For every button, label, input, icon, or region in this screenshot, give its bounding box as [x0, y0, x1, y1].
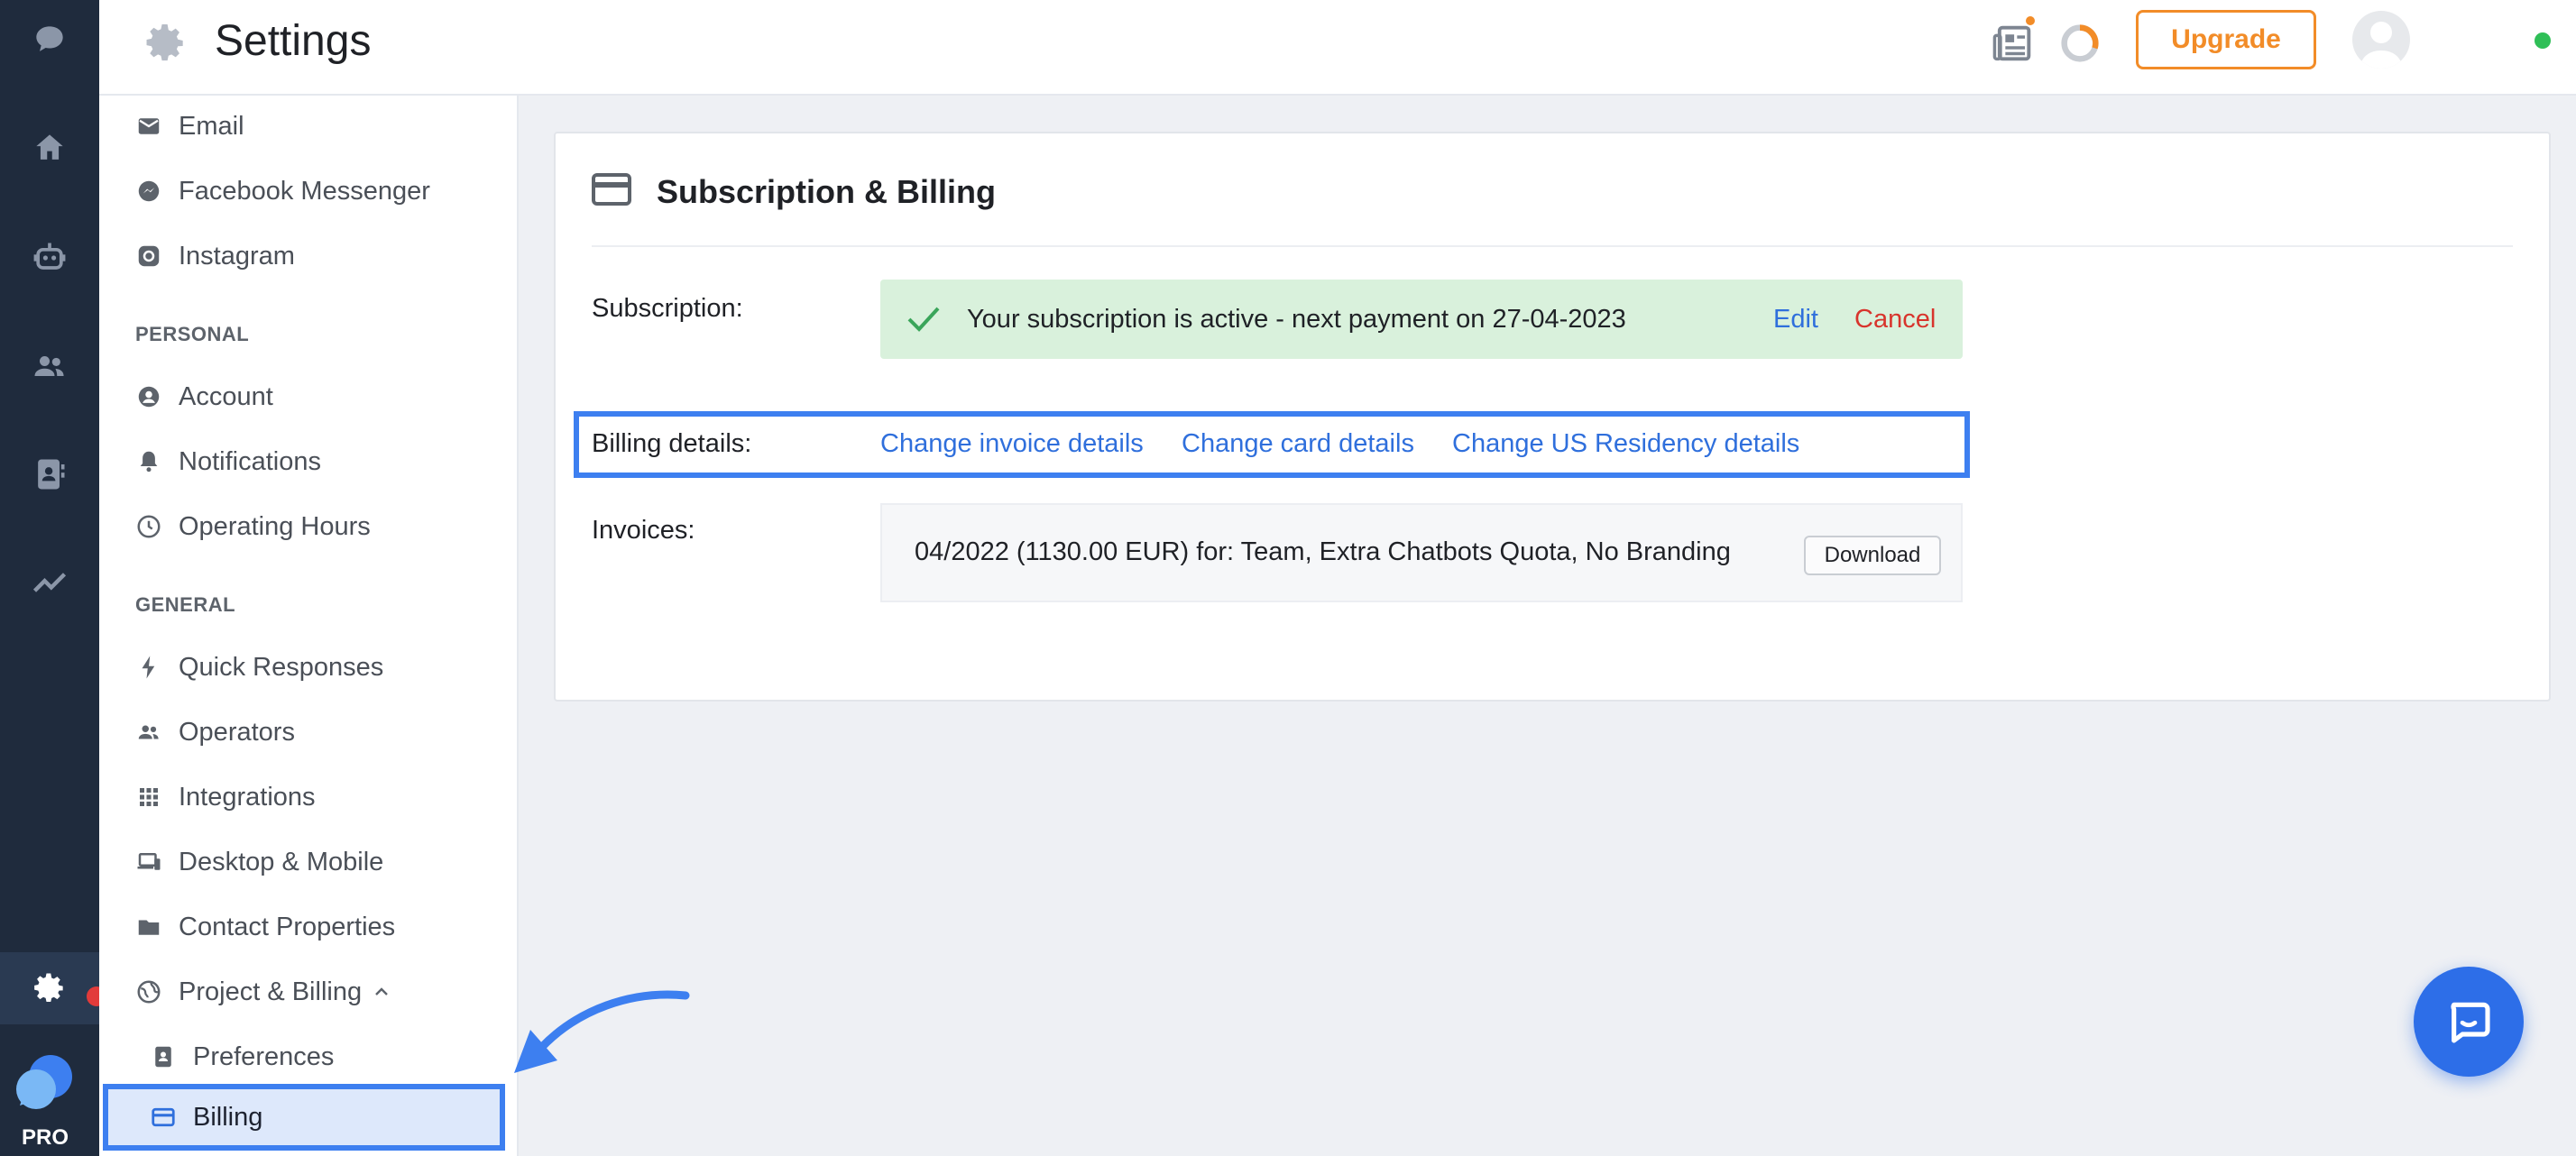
card-title: Subscription & Billing [657, 173, 996, 210]
billing-details-label: Billing details: [592, 429, 752, 458]
divider [592, 245, 2513, 247]
billing-card: Subscription & Billing Subscription: You… [554, 132, 2551, 702]
sidebar-item-billing[interactable]: Billing [99, 1090, 519, 1144]
chat-widget-button[interactable] [2414, 967, 2524, 1077]
cancel-subscription-link[interactable]: Cancel [1854, 305, 1936, 335]
sidebar-item-label: Preferences [193, 1041, 335, 1071]
devices-icon [135, 849, 162, 876]
contacts-people-icon[interactable] [0, 330, 99, 402]
plan-badge: PRO [21, 1125, 69, 1150]
clock-icon [135, 513, 162, 540]
sidebar-item-label: Instagram [179, 241, 295, 271]
sidebar-item-facebook-messenger[interactable]: Facebook Messenger [99, 164, 519, 218]
section-heading-personal: PERSONAL [135, 323, 250, 345]
user-avatar-icon [2360, 22, 2403, 69]
sidebar-item-desktop-mobile[interactable]: Desktop & Mobile [99, 835, 519, 889]
change-us-residency-details-link[interactable]: Change US Residency details [1452, 429, 1799, 459]
sidebar-item-label: Billing [193, 1102, 263, 1132]
grid-icon [135, 784, 162, 811]
sidebar-item-notifications[interactable]: Notifications [99, 435, 519, 489]
sidebar-item-operators[interactable]: Operators [99, 705, 519, 759]
sidebar-item-contact-properties[interactable]: Contact Properties [99, 900, 519, 954]
chat-icon [2451, 1002, 2490, 1043]
news-unread-dot [2024, 14, 2037, 27]
sidebar-item-email[interactable]: Email [99, 99, 519, 153]
instagram-icon [135, 243, 162, 270]
settings-sidebar: Email Facebook Messenger Instagram PERSO… [99, 96, 519, 1156]
chat-bubble-icon[interactable] [0, 4, 99, 76]
lightning-icon [135, 654, 162, 681]
edit-subscription-link[interactable]: Edit [1773, 305, 1818, 335]
mail-icon [135, 113, 162, 140]
home-icon[interactable] [0, 112, 99, 184]
sidebar-item-integrations[interactable]: Integrations [99, 770, 519, 824]
chatbot-icon[interactable] [0, 222, 99, 294]
download-invoice-button[interactable]: Download [1804, 536, 1941, 575]
credit-card-icon [592, 173, 631, 206]
analytics-icon[interactable] [0, 546, 99, 619]
sidebar-item-label: Operating Hours [179, 511, 371, 541]
avatar[interactable] [2352, 11, 2410, 69]
account-icon [135, 383, 162, 410]
preferences-icon [150, 1043, 177, 1070]
bell-icon [135, 448, 162, 475]
section-heading-general: GENERAL [135, 593, 236, 616]
subscription-status-banner: Your subscription is active - next payme… [880, 280, 1963, 359]
sidebar-item-instagram[interactable]: Instagram [99, 229, 519, 283]
onboarding-progress-icon[interactable] [2056, 20, 2103, 67]
change-invoice-details-link[interactable]: Change invoice details [880, 429, 1144, 459]
app-logo-icon [16, 1055, 72, 1109]
settings-gear-icon[interactable] [0, 952, 99, 1024]
subscription-label: Subscription: [592, 294, 743, 323]
invoice-description: 04/2022 (1130.00 EUR) for: Team, Extra C… [915, 537, 1731, 566]
upgrade-button[interactable]: Upgrade [2136, 10, 2316, 69]
subscription-status-text: Your subscription is active - next payme… [967, 305, 1626, 334]
sidebar-item-project-billing[interactable]: Project & Billing [99, 965, 519, 1019]
online-status-dot [2535, 32, 2551, 49]
messenger-icon [135, 178, 162, 205]
invoice-row: 04/2022 (1130.00 EUR) for: Team, Extra C… [880, 503, 1963, 602]
folder-icon [135, 913, 162, 940]
sidebar-item-label: Email [179, 111, 244, 141]
sidebar-item-label: Account [179, 381, 273, 411]
sidebar-item-label: Project & Billing [179, 977, 363, 1006]
sidebar-item-quick-responses[interactable]: Quick Responses [99, 640, 519, 694]
globe-icon [135, 978, 162, 1005]
operators-icon [135, 719, 162, 746]
sidebar-item-preferences[interactable]: Preferences [99, 1030, 519, 1084]
left-rail: PRO [0, 0, 106, 1156]
card-icon [150, 1104, 177, 1131]
annotation-arrow-icon [514, 990, 690, 1073]
change-card-details-link[interactable]: Change card details [1182, 429, 1414, 459]
sidebar-item-account[interactable]: Account [99, 370, 519, 424]
sidebar-item-label: Quick Responses [179, 652, 384, 682]
settings-gear-icon [146, 24, 183, 61]
sidebar-item-label: Integrations [179, 782, 316, 812]
sidebar-item-label: Notifications [179, 446, 321, 476]
address-book-icon[interactable] [0, 438, 99, 510]
check-icon [907, 307, 940, 332]
page-title: Settings [215, 17, 372, 65]
sidebar-item-operating-hours[interactable]: Operating Hours [99, 500, 519, 554]
sidebar-item-label: Contact Properties [179, 912, 396, 941]
invoices-label: Invoices: [592, 516, 695, 545]
sidebar-item-label: Facebook Messenger [179, 176, 430, 206]
sidebar-item-label: Desktop & Mobile [179, 847, 384, 876]
chevron-up-icon [375, 987, 388, 995]
sidebar-item-label: Operators [179, 717, 295, 747]
